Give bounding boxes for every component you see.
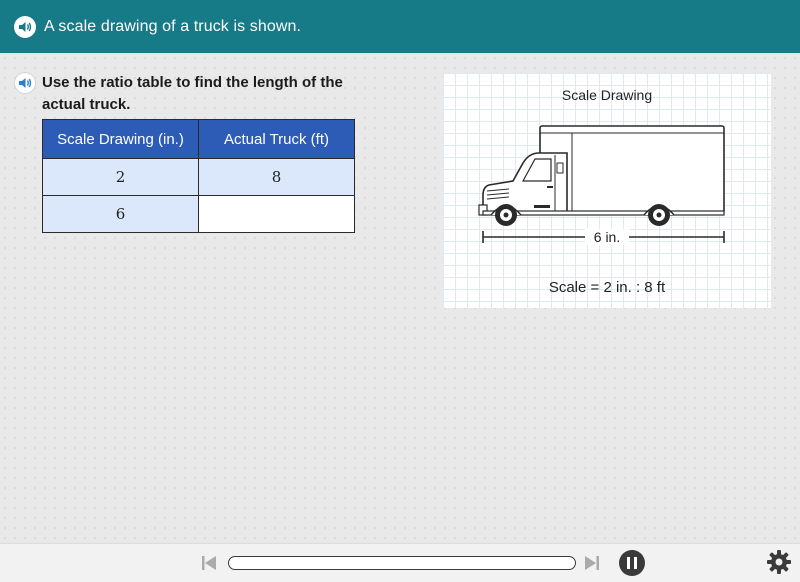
table-cell: 8 [198, 158, 355, 196]
table-row: 2 8 [42, 158, 355, 196]
player-footer [0, 543, 800, 582]
scale-label: Scale = 2 in. : 8 ft [548, 279, 666, 296]
header-text: A scale drawing of a truck is shown. [44, 17, 302, 35]
column-header-actual: Actual Truck (ft) [198, 119, 355, 159]
speaker-icon[interactable] [14, 15, 36, 38]
prompt-header: A scale drawing of a truck is shown. [0, 0, 800, 53]
table-cell: 6 [42, 195, 199, 233]
answer-cell[interactable] [198, 195, 355, 233]
pause-icon[interactable] [619, 550, 645, 576]
table-row: 6 [42, 195, 355, 233]
skip-forward-icon[interactable] [583, 554, 601, 572]
gear-icon[interactable] [766, 549, 792, 575]
progress-bar[interactable] [228, 556, 576, 570]
truck-illustration [478, 125, 725, 243]
table-cell: 2 [42, 158, 199, 196]
ratio-table: Scale Drawing (in.) Actual Truck (ft) 2 … [42, 119, 355, 233]
dimension-label: 6 in. [585, 229, 629, 245]
column-header-scale: Scale Drawing (in.) [42, 119, 199, 159]
scale-drawing-card: Scale Drawing 6 in. Scale = 2 in.: 8 ft [443, 73, 771, 308]
speaker-icon[interactable] [14, 72, 36, 94]
skip-back-icon[interactable] [200, 554, 218, 572]
table-header-row: Scale Drawing (in.) Actual Truck (ft) [42, 119, 355, 159]
question-text: Use the ratio table to find the length o… [42, 74, 343, 113]
